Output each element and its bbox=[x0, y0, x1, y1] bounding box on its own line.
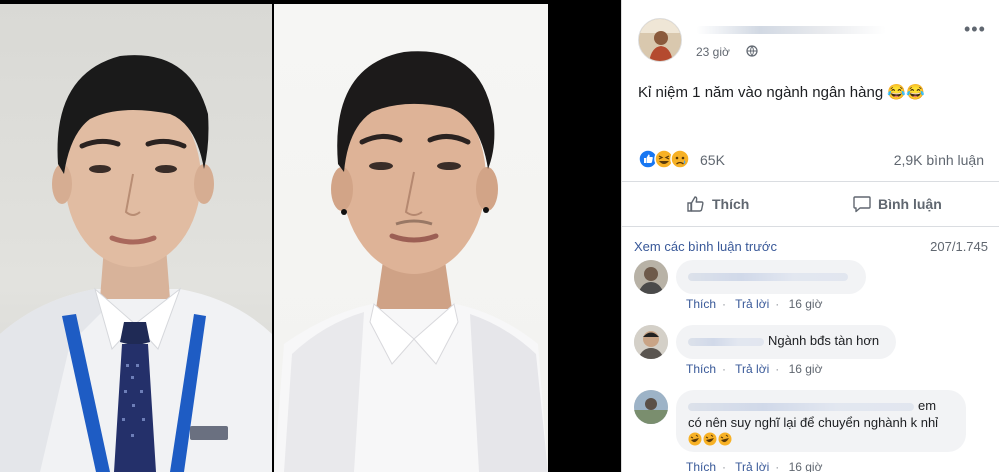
comment-actions: Thích · Trả lời · 16 giờ bbox=[686, 460, 823, 472]
post-panel: 23 giờ ••• Kỉ niệm 1 năm vào ngành ngân … bbox=[621, 0, 999, 472]
like-button[interactable]: Thích bbox=[686, 190, 749, 218]
commenter-name-redacted[interactable] bbox=[688, 272, 848, 281]
rofl-emoji-icon bbox=[718, 432, 732, 446]
comment-actions: Thích · Trả lời · 16 giờ bbox=[686, 297, 823, 311]
commenter-avatar[interactable] bbox=[634, 325, 668, 359]
view-previous-comments-link[interactable]: Xem các bình luận trước bbox=[634, 239, 777, 254]
commenter-name-redacted[interactable] bbox=[688, 402, 914, 411]
comment-like-link[interactable]: Thích bbox=[686, 297, 716, 311]
thumb-up-icon bbox=[687, 196, 704, 212]
comment-time[interactable]: 16 giờ bbox=[789, 297, 823, 311]
more-icon[interactable]: ••• bbox=[964, 20, 986, 38]
comment-button[interactable]: Bình luận bbox=[852, 190, 942, 218]
reaction-count[interactable]: 65K bbox=[700, 152, 725, 168]
comments-header: Xem các bình luận trước 207/1.745 bbox=[622, 236, 999, 258]
reactions-summary: 65K 2,9K bình luận bbox=[622, 144, 999, 174]
photo-right-portrait bbox=[274, 4, 548, 472]
commenter-avatar[interactable] bbox=[634, 260, 668, 294]
comment-actions: Thích · Trả lời · 16 giờ bbox=[686, 362, 823, 376]
rofl-emoji-icon bbox=[688, 432, 702, 446]
like-button-label: Thích bbox=[712, 196, 750, 212]
globe-icon bbox=[746, 45, 758, 57]
comment-time[interactable]: 16 giờ bbox=[789, 362, 823, 376]
comment-bubble bbox=[676, 260, 866, 294]
author-avatar[interactable] bbox=[638, 18, 682, 62]
sad-reaction-icon bbox=[670, 149, 690, 169]
post-text: Kỉ niệm 1 năm vào ngành ngân hàng 😂😂 bbox=[638, 84, 925, 101]
portrait-illustration-left bbox=[0, 55, 272, 472]
commenter-avatar[interactable] bbox=[634, 390, 668, 424]
comment-text: Ngành bđs tàn hơn bbox=[768, 333, 880, 348]
comment-like-link[interactable]: Thích bbox=[686, 460, 716, 472]
post-header: 23 giờ ••• bbox=[622, 0, 999, 70]
speech-bubble-icon bbox=[853, 196, 871, 213]
author-name-redacted[interactable] bbox=[696, 26, 886, 34]
comment-bubble: Ngành bđs tàn hơn bbox=[676, 325, 896, 359]
comment-time[interactable]: 16 giờ bbox=[789, 460, 823, 472]
comment-button-label: Bình luận bbox=[878, 196, 942, 212]
comment-like-link[interactable]: Thích bbox=[686, 362, 716, 376]
rofl-emoji-icon bbox=[703, 432, 717, 446]
comment-reply-link[interactable]: Trả lời bbox=[735, 297, 769, 311]
comment-count[interactable]: 2,9K bình luận bbox=[894, 152, 984, 168]
comment-text-line1: em bbox=[918, 398, 937, 413]
comment-reply-link[interactable]: Trả lời bbox=[735, 460, 769, 472]
comment-emojis bbox=[688, 431, 954, 448]
photo-viewer[interactable] bbox=[0, 0, 548, 472]
post-timestamp[interactable]: 23 giờ bbox=[696, 45, 730, 59]
comment-bubble: em có nên suy nghĩ lại để chuyển nghành … bbox=[676, 390, 966, 452]
comment-text-line2: có nên suy nghĩ lại để chuyển nghành k n… bbox=[688, 415, 939, 430]
photo-left-id-portrait bbox=[0, 4, 272, 472]
commenter-name-redacted[interactable] bbox=[688, 337, 764, 346]
action-bar: Thích Bình luận bbox=[622, 181, 999, 227]
reaction-icons[interactable] bbox=[638, 149, 698, 169]
comments-page-count: 207/1.745 bbox=[930, 239, 988, 254]
comment-reply-link[interactable]: Trả lời bbox=[735, 362, 769, 376]
portrait-illustration-right bbox=[274, 51, 548, 472]
